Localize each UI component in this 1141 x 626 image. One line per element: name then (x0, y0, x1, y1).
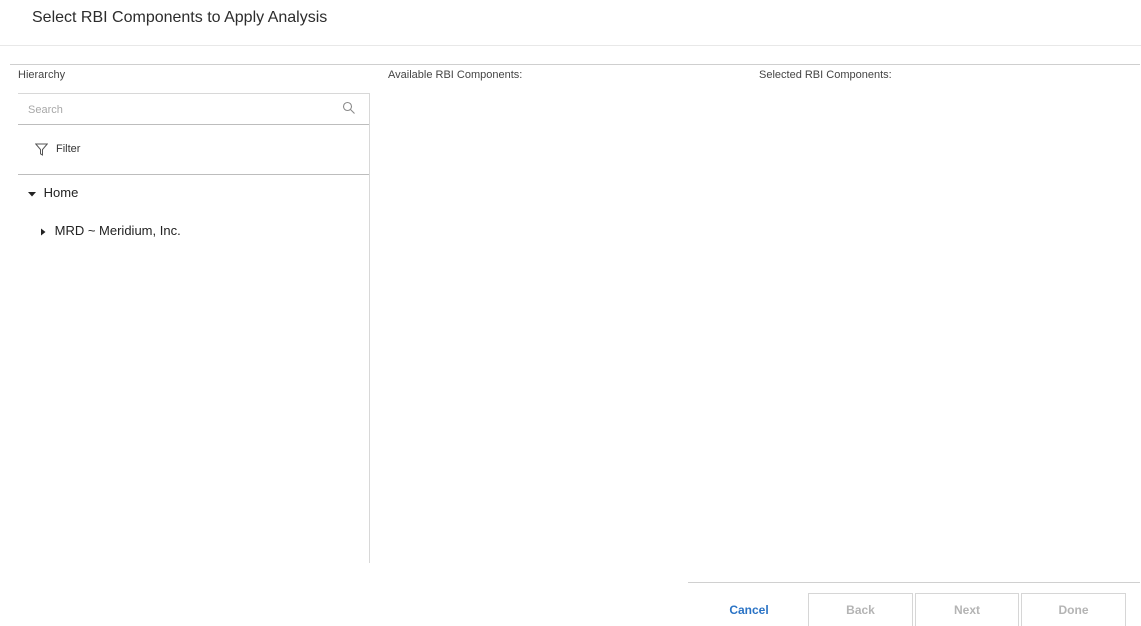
tree-node-label: Home (43, 185, 79, 200)
filter-button[interactable]: Filter (18, 125, 369, 175)
caret-right-icon[interactable] (38, 227, 48, 237)
available-components-header: Available RBI Components: (388, 69, 523, 81)
hierarchy-header: Hierarchy (18, 69, 66, 81)
tree-node-home[interactable]: Home (27, 185, 78, 207)
search-box (18, 93, 369, 125)
header-divider (10, 64, 1140, 65)
dialog-header: Select RBI Components to Apply Analysis (0, 0, 1141, 46)
filter-icon (35, 143, 48, 156)
search-icon[interactable] (342, 101, 356, 115)
tree-node-label: MRD ~ Meridium, Inc. (54, 223, 181, 238)
footer-divider (688, 582, 1140, 583)
dialog-title: Select RBI Components to Apply Analysis (32, 9, 328, 26)
done-button[interactable]: Done (1021, 593, 1126, 626)
selected-components-header: Selected RBI Components: (759, 69, 892, 81)
filter-label: Filter (56, 143, 81, 155)
next-button[interactable]: Next (915, 593, 1019, 626)
tree-node-mrd[interactable]: MRD ~ Meridium, Inc. (38, 223, 181, 245)
hierarchy-panel: Filter Home MRD ~ Meridium, Inc. (18, 93, 370, 563)
cancel-button[interactable]: Cancel (709, 593, 789, 626)
caret-down-icon[interactable] (27, 189, 37, 199)
back-button[interactable]: Back (808, 593, 913, 626)
apply-analysis-dialog: Select RBI Components to Apply Analysis … (0, 0, 1141, 626)
search-input[interactable] (28, 100, 328, 120)
